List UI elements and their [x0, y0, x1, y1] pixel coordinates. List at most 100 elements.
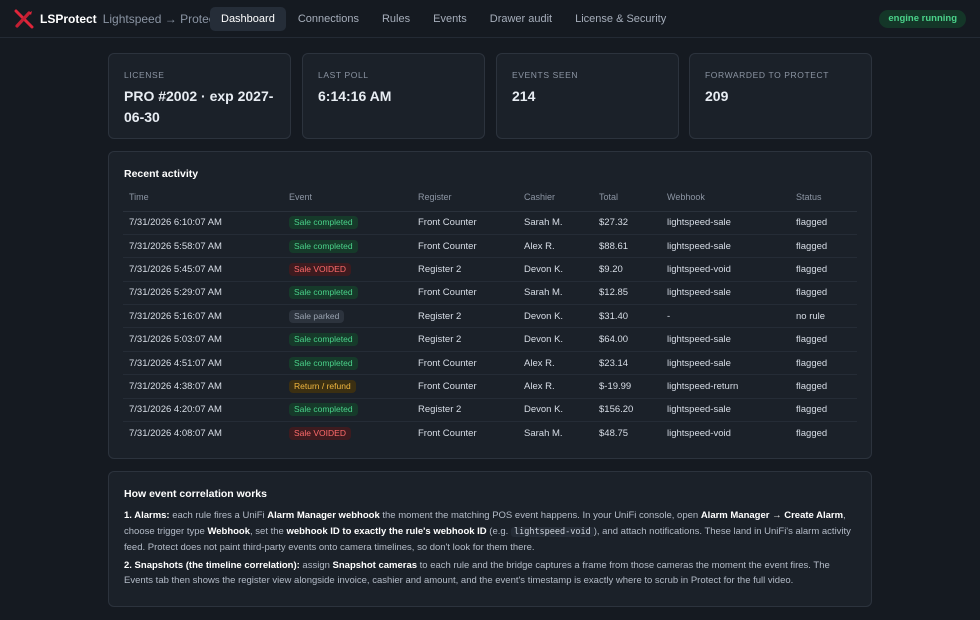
event-cell: Sale parked — [283, 304, 412, 329]
status-cell: flagged — [790, 398, 857, 423]
table-row[interactable]: 7/31/2026 4:38:07 AM Return / refund Front… — [123, 374, 857, 399]
stat-value: 214 — [512, 88, 536, 104]
tab-events[interactable]: Events — [422, 7, 478, 31]
column-header[interactable]: Cashier — [518, 192, 593, 212]
inline-text: Webhook — [207, 525, 251, 537]
alarms-paragraph: 1. Alarms: each rule fires a UniFi Alarm… — [124, 508, 857, 556]
webhook-cell: lightspeed-void — [667, 427, 731, 439]
stat-card-forwarded: Forwarded to Protect 209 — [689, 53, 872, 139]
register-cell: Front Counter — [418, 427, 477, 439]
tab-rules[interactable]: Rules — [371, 7, 421, 31]
register-cell: Register 2 — [412, 327, 518, 352]
tab-drawer-audit[interactable]: Drawer audit — [479, 7, 563, 31]
column-header[interactable]: Webhook — [661, 192, 790, 212]
time-cell: 7/31/2026 4:38:07 AM — [123, 374, 283, 399]
cashier-cell: Sarah M. — [524, 427, 563, 439]
time-cell: 7/31/2026 4:20:07 AM — [123, 398, 283, 423]
webhook-cell: lightspeed-return — [661, 374, 790, 399]
how-it-works-card: How event correlation works 1. Alarms: e… — [108, 471, 872, 607]
event-badge: Return / refund — [289, 379, 356, 393]
inline-text: , set the — [250, 525, 287, 537]
stat-value: 6:14:16 AM — [318, 88, 392, 104]
brand-tagline: Lightspeed → Protect — [102, 12, 219, 26]
time-cell: 7/31/2026 4:08:07 AM — [129, 427, 222, 439]
cashier-cell: Alex R. — [518, 374, 593, 399]
inline-text: 2. Snapshots (the timeline correlation): — [124, 559, 300, 571]
stat-value: PRO #2002 · exp 2027-06-30 — [124, 88, 274, 125]
cashier-cell: Devon K. — [518, 304, 593, 329]
table-header-row: Time Event Register Cashier Total Webhoo… — [123, 192, 857, 212]
event-cell: Sale VOIDED — [283, 257, 412, 282]
inline-text: the moment the matching POS event happen… — [379, 510, 701, 521]
cashier-cell: Devon K. — [518, 398, 593, 423]
webhook-cell: lightspeed-sale — [661, 234, 790, 259]
column-header[interactable]: Total — [593, 192, 661, 212]
table-row[interactable]: 7/31/2026 5:45:07 AM Sale VOIDED Register … — [123, 257, 857, 282]
event-badge: Sale completed — [289, 286, 358, 300]
tab-license-security[interactable]: License & Security — [564, 7, 677, 31]
stat-label: License — [124, 70, 165, 80]
event-cell: Sale completed — [283, 327, 412, 352]
column-header[interactable]: Status — [790, 192, 857, 212]
lsprotect-logo-icon — [14, 9, 34, 29]
inline-text: Snapshot cameras — [332, 559, 418, 571]
total-cell: $48.75 — [599, 427, 629, 439]
total-cell: $9.20 — [593, 257, 661, 282]
table-row[interactable]: 7/31/2026 5:29:07 AM Sale completed Front … — [123, 281, 857, 306]
column-header[interactable]: Event — [283, 192, 412, 212]
status-cell: flagged — [796, 427, 828, 439]
inline-text: each rule fires a UniFi — [169, 510, 268, 521]
event-badge: Sale completed — [289, 216, 358, 230]
status-cell: flagged — [790, 374, 857, 399]
activity-table: Time Event Register Cashier Total Webhoo… — [123, 192, 857, 445]
tab-connections[interactable]: Connections — [287, 7, 370, 31]
how-it-works-body: 1. Alarms: each rule fires a UniFi Alarm… — [124, 508, 857, 591]
cashier-cell: Devon K. — [518, 327, 593, 352]
status-cell: no rule — [790, 304, 857, 329]
webhook-cell: lightspeed-sale — [661, 398, 790, 423]
stat-card-license: License PRO #2002 · exp 2027-06-30 — [108, 53, 291, 139]
total-cell: $31.40 — [593, 304, 661, 329]
status-cell: flagged — [790, 281, 857, 306]
total-cell: $156.20 — [593, 398, 661, 423]
inline-text: assign — [299, 559, 333, 571]
event-cell: Sale completed — [283, 211, 412, 235]
brand[interactable]: LSProtect Lightspeed → Protect — [14, 9, 218, 29]
top-bar: LSProtect Lightspeed → Protect Dashboard… — [0, 0, 980, 38]
event-cell: Return / refund — [283, 374, 412, 399]
webhook-cell: - — [661, 304, 790, 329]
table-row[interactable]: 7/31/2026 4:51:07 AM Sale completed Front … — [123, 351, 857, 376]
register-cell: Front Counter — [412, 374, 518, 399]
table-row[interactable]: 7/31/2026 4:20:07 AM Sale completed Regist… — [123, 398, 857, 423]
section-title: How event correlation works — [124, 488, 267, 500]
event-badge: Sale completed — [289, 239, 358, 253]
table-row[interactable]: 7/31/2026 6:10:07 AM Sale completed Front … — [123, 211, 857, 235]
stat-value: 209 — [705, 88, 729, 104]
webhook-id-code: lightspeed-void — [510, 526, 594, 537]
event-cell: Sale completed — [283, 398, 412, 423]
table-row[interactable]: 7/31/2026 4:08:07 AM Sale VOIDED Front Cou… — [123, 422, 857, 445]
main-nav: Dashboard Connections Rules Events Drawe… — [210, 7, 678, 31]
table-row[interactable]: 7/31/2026 5:03:07 AM Sale completed Regist… — [123, 327, 857, 352]
table-row[interactable]: 7/31/2026 5:58:07 AM Sale completed Front … — [123, 234, 857, 259]
stat-card-events-seen: Events seen 214 — [496, 53, 679, 139]
tab-dashboard[interactable]: Dashboard — [210, 7, 286, 31]
stat-label: Forwarded to Protect — [705, 70, 830, 80]
status-cell: flagged — [790, 257, 857, 282]
cashier-cell: Sarah M. — [518, 211, 593, 235]
cashier-cell: Sarah M. — [518, 281, 593, 306]
register-cell: Front Counter — [412, 211, 518, 235]
table-row[interactable]: 7/31/2026 5:16:07 AM Sale parked Register … — [123, 304, 857, 329]
event-cell: Sale completed — [283, 351, 412, 376]
total-cell: $64.00 — [593, 327, 661, 352]
webhook-cell: lightspeed-sale — [661, 327, 790, 352]
inline-text: webhook ID to exactly the rule's webhook… — [286, 525, 487, 537]
time-cell: 7/31/2026 5:29:07 AM — [123, 281, 283, 306]
column-header[interactable]: Register — [412, 192, 518, 212]
register-cell: Front Counter — [412, 281, 518, 306]
column-header[interactable]: Time — [123, 192, 283, 212]
status-cell: flagged — [790, 351, 857, 376]
total-cell: $88.61 — [593, 234, 661, 259]
total-cell: $23.14 — [593, 351, 661, 376]
time-cell: 7/31/2026 5:16:07 AM — [123, 304, 283, 329]
